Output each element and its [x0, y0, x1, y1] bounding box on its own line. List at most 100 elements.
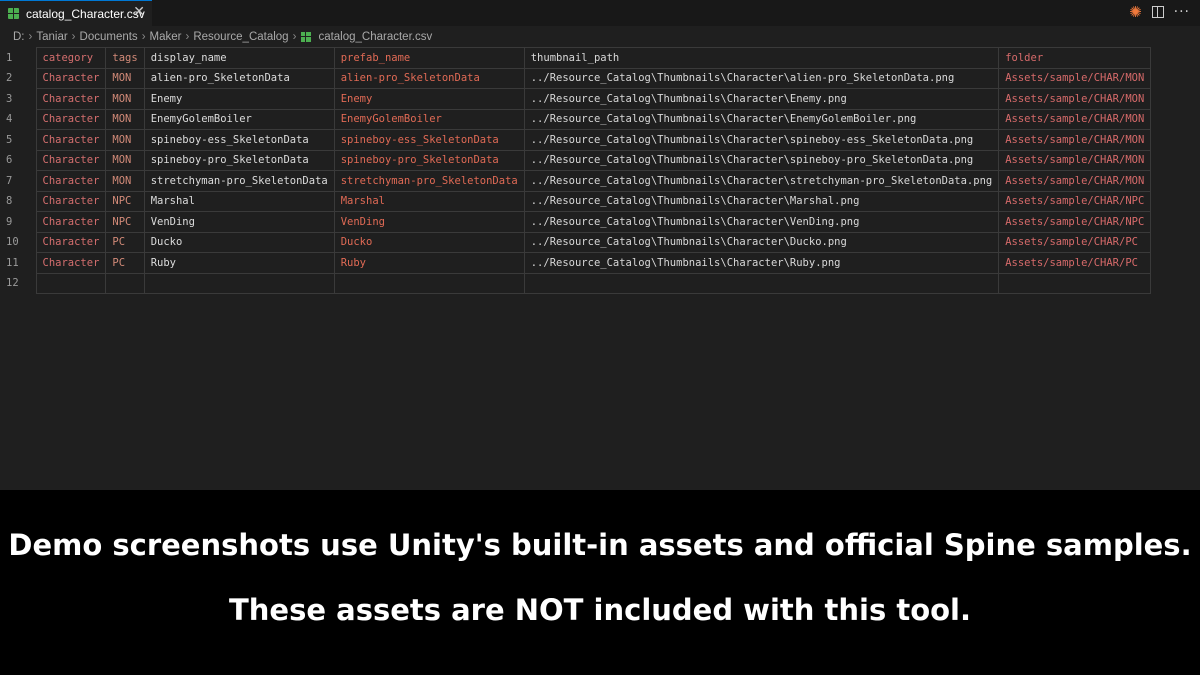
- cell-category[interactable]: Character: [35, 108, 107, 130]
- cell-prefab-name[interactable]: VenDing: [333, 211, 525, 233]
- line-number: 1: [0, 47, 37, 68]
- cell-prefab-name[interactable]: stretchyman-pro_SkeletonData: [333, 170, 525, 192]
- chevron-right-icon: ›: [71, 31, 76, 43]
- breadcrumb: D: › Taniar › Documents › Maker › Resour…: [10, 28, 435, 46]
- breadcrumb-item-file[interactable]: catalog_Character.csv: [318, 31, 432, 43]
- cell-thumbnail-path[interactable]: ../Resource_Catalog\Thumbnails\Character…: [523, 67, 1000, 89]
- cell-thumbnail-path[interactable]: ../Resource_Catalog\Thumbnails\Character…: [523, 231, 1000, 253]
- cell-display-name[interactable]: Ruby: [143, 252, 335, 274]
- cell-prefab-name[interactable]: Marshal: [333, 190, 525, 212]
- cell-tags[interactable]: MON: [105, 129, 145, 151]
- cell-display-name[interactable]: spineboy-ess_SkeletonData: [143, 129, 335, 151]
- breadcrumb-item-drive[interactable]: D:: [13, 31, 25, 43]
- cell-category[interactable]: Character: [35, 88, 107, 110]
- cell-folder[interactable]: Assets/sample/CHAR/MON: [998, 149, 1152, 171]
- table-row: 7 Character MON stretchyman-pro_SkeletonDat…: [0, 170, 1152, 192]
- cell-category[interactable]: [35, 272, 107, 294]
- breadcrumb-item-documents[interactable]: Documents: [80, 31, 138, 43]
- table-header-row: 1 category tags display_name prefab_name thum…: [0, 47, 1152, 69]
- cell-prefab-name[interactable]: [333, 272, 525, 294]
- chevron-right-icon: ›: [292, 31, 297, 43]
- cell-folder[interactable]: Assets/sample/CHAR/PC: [998, 252, 1152, 274]
- cell-prefab-name[interactable]: spineboy-pro_SkeletonData: [333, 149, 525, 171]
- line-number: 11: [0, 252, 37, 273]
- cell-thumbnail-path[interactable]: ../Resource_Catalog\Thumbnails\Character…: [523, 149, 1000, 171]
- line-number: 6: [0, 150, 37, 171]
- cell-category[interactable]: Character: [35, 190, 107, 212]
- line-number: 4: [0, 109, 37, 130]
- cell-category[interactable]: Character: [35, 252, 107, 274]
- cell-category[interactable]: Character: [35, 231, 107, 253]
- cell-folder[interactable]: Assets/sample/CHAR/MON: [998, 67, 1152, 89]
- cell-thumbnail-path[interactable]: [523, 272, 1000, 294]
- cell-prefab-name[interactable]: Ducko: [333, 231, 525, 253]
- cell-category[interactable]: Character: [35, 170, 107, 192]
- cell-display-name[interactable]: Ducko: [143, 231, 335, 253]
- table-row: 9 Character NPC VenDing VenDing ../Resource_C…: [0, 211, 1152, 233]
- cell-tags[interactable]: PC: [105, 252, 145, 274]
- cell-display-name[interactable]: EnemyGolemBoiler: [143, 108, 335, 130]
- cell-thumbnail-path[interactable]: ../Resource_Catalog\Thumbnails\Character…: [523, 88, 1000, 110]
- table-row: 3 Character MON Enemy Enemy ../Resource_Catal…: [0, 88, 1152, 110]
- cell-display-name[interactable]: display_name: [143, 47, 335, 69]
- cell-thumbnail-path[interactable]: ../Resource_Catalog\Thumbnails\Character…: [523, 211, 1000, 233]
- breadcrumb-item-resource-catalog[interactable]: Resource_Catalog: [193, 31, 288, 43]
- cell-tags[interactable]: [105, 272, 145, 294]
- cell-prefab-name[interactable]: Enemy: [333, 88, 525, 110]
- line-number: 8: [0, 191, 37, 212]
- cell-folder[interactable]: Assets/sample/CHAR/MON: [998, 88, 1152, 110]
- cell-thumbnail-path[interactable]: ../Resource_Catalog\Thumbnails\Character…: [523, 190, 1000, 212]
- cell-folder[interactable]: Assets/sample/CHAR/MON: [998, 108, 1152, 130]
- cell-display-name[interactable]: spineboy-pro_SkeletonData: [143, 149, 335, 171]
- cell-thumbnail-path[interactable]: ../Resource_Catalog\Thumbnails\Character…: [523, 129, 1000, 151]
- cell-category[interactable]: Character: [35, 67, 107, 89]
- cell-tags[interactable]: MON: [105, 170, 145, 192]
- cell-tags[interactable]: MON: [105, 149, 145, 171]
- cell-folder[interactable]: Assets/sample/CHAR/PC: [998, 231, 1152, 253]
- cell-prefab-name[interactable]: EnemyGolemBoiler: [333, 108, 525, 130]
- cell-tags[interactable]: tags: [105, 47, 145, 69]
- cell-tags[interactable]: MON: [105, 108, 145, 130]
- sparkle-icon[interactable]: ✺: [1129, 3, 1142, 21]
- chevron-right-icon: ›: [141, 31, 146, 43]
- cell-folder[interactable]: [998, 272, 1152, 294]
- cell-category[interactable]: Character: [35, 129, 107, 151]
- cell-tags[interactable]: NPC: [105, 190, 145, 212]
- tab-catalog-character[interactable]: catalog_Character.csv ✕: [0, 0, 152, 26]
- csv-grid: 1 category tags display_name prefab_name thum…: [0, 47, 1152, 294]
- cell-prefab-name[interactable]: alien-pro_SkeletonData: [333, 67, 525, 89]
- editor-actions: ✺ ···: [1129, 3, 1190, 21]
- cell-display-name[interactable]: stretchyman-pro_SkeletonData: [143, 170, 335, 192]
- breadcrumb-item-taniar[interactable]: Taniar: [36, 31, 67, 43]
- cell-tags[interactable]: NPC: [105, 211, 145, 233]
- cell-tags[interactable]: MON: [105, 67, 145, 89]
- cell-category[interactable]: Character: [35, 149, 107, 171]
- cell-prefab-name[interactable]: spineboy-ess_SkeletonData: [333, 129, 525, 151]
- cell-display-name[interactable]: Marshal: [143, 190, 335, 212]
- cell-thumbnail-path[interactable]: ../Resource_Catalog\Thumbnails\Character…: [523, 108, 1000, 130]
- cell-thumbnail-path[interactable]: ../Resource_Catalog\Thumbnails\Character…: [523, 252, 1000, 274]
- cell-category[interactable]: category: [35, 47, 107, 69]
- cell-tags[interactable]: PC: [105, 231, 145, 253]
- cell-folder[interactable]: Assets/sample/CHAR/NPC: [998, 211, 1152, 233]
- cell-thumbnail-path[interactable]: thumbnail_path: [523, 47, 1000, 69]
- cell-prefab-name[interactable]: Ruby: [333, 252, 525, 274]
- cell-display-name[interactable]: [143, 272, 335, 294]
- split-editor-icon[interactable]: [1151, 6, 1164, 18]
- cell-category[interactable]: Character: [35, 211, 107, 233]
- cell-display-name[interactable]: alien-pro_SkeletonData: [143, 67, 335, 89]
- close-icon[interactable]: ✕: [133, 4, 145, 20]
- cell-prefab-name[interactable]: prefab_name: [333, 47, 525, 69]
- table-row: 5 Character MON spineboy-ess_SkeletonData sp…: [0, 129, 1152, 151]
- cell-tags[interactable]: MON: [105, 88, 145, 110]
- cell-folder[interactable]: Assets/sample/CHAR/MON: [998, 170, 1152, 192]
- cell-thumbnail-path[interactable]: ../Resource_Catalog\Thumbnails\Character…: [523, 170, 1000, 192]
- cell-folder[interactable]: Assets/sample/CHAR/MON: [998, 129, 1152, 151]
- cell-folder[interactable]: Assets/sample/CHAR/NPC: [998, 190, 1152, 212]
- cell-display-name[interactable]: VenDing: [143, 211, 335, 233]
- cell-folder[interactable]: folder: [998, 47, 1152, 69]
- more-actions-icon[interactable]: ···: [1174, 4, 1190, 20]
- cell-display-name[interactable]: Enemy: [143, 88, 335, 110]
- breadcrumb-item-maker[interactable]: Maker: [150, 31, 182, 43]
- chevron-right-icon: ›: [28, 31, 33, 43]
